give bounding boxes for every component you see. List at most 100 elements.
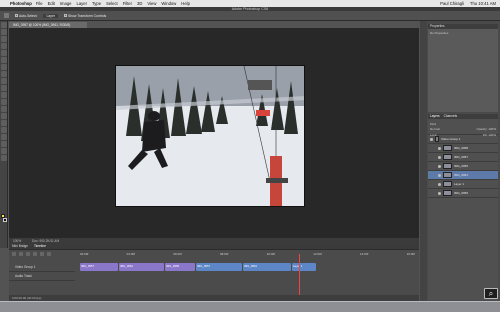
healing-tool-icon[interactable] [0, 64, 7, 70]
marquee-tool-icon[interactable] [0, 29, 7, 35]
move-tool-icon[interactable] [4, 13, 9, 18]
time-ruler[interactable]: 02:00f 04:00f 06:00f 08:00f 10:00f 12:00f 14:0… [80, 252, 415, 256]
stamp-tool-icon[interactable] [0, 78, 7, 84]
layer-thumbnail [443, 190, 452, 196]
layer-row[interactable]: IMG_0961 [428, 171, 498, 180]
visibility-eye-icon[interactable] [438, 155, 441, 159]
panel-icon-strip [420, 21, 427, 301]
layer-row[interactable]: IMG_0958 [428, 144, 498, 153]
ruler-tick: 04:00f [126, 252, 135, 256]
layer-row[interactable]: IMG_0957 [428, 153, 498, 162]
menu-edit[interactable]: Edit [48, 1, 55, 6]
ruler-tick: 08:00f [219, 252, 229, 256]
timeline-clip[interactable]: IMG_0961 [243, 263, 291, 271]
settings-icon[interactable] [47, 252, 51, 256]
track-audio[interactable]: Audio Track [9, 272, 75, 281]
menu-window[interactable]: Window [161, 1, 176, 6]
lasso-tool-icon[interactable] [0, 36, 7, 42]
auto-select-dropdown[interactable]: Layer [43, 13, 58, 18]
transform-controls-checkbox[interactable]: Show Transform Controls [63, 14, 106, 18]
opacity-value[interactable]: 100% [488, 127, 496, 131]
hand-tool-icon[interactable] [0, 148, 7, 154]
type-tool-icon[interactable] [0, 127, 7, 133]
auto-select-checkbox[interactable]: Auto-Select: [15, 14, 37, 18]
timeline-panel: 02:00f 04:00f 06:00f 08:00f 10:00f 12:00f 14:0… [9, 249, 419, 301]
menu-select[interactable]: Select [106, 1, 118, 6]
menu-view[interactable]: View [147, 1, 156, 6]
timeline-clip[interactable]: IMG_0957 [196, 263, 242, 271]
audio-icon[interactable] [40, 252, 44, 256]
shape-tool-icon[interactable] [0, 141, 7, 147]
mac-dock [0, 301, 500, 312]
layer-name: Layer 1 [454, 182, 465, 186]
gradient-tool-icon[interactable] [0, 99, 7, 105]
menu-help[interactable]: Help [181, 1, 190, 6]
pen-tool-icon[interactable] [0, 120, 7, 126]
visibility-eye-icon[interactable] [438, 164, 441, 168]
path-select-tool-icon[interactable] [0, 134, 7, 140]
playback-controls [12, 252, 51, 256]
menu-layer[interactable]: Layer [76, 1, 86, 6]
brush-tool-icon[interactable] [0, 71, 7, 77]
visibility-eye-icon[interactable] [438, 191, 441, 195]
track-labels: Video Group 1 Audio Track [9, 263, 75, 281]
eyedropper-tool-icon[interactable] [0, 57, 7, 63]
visibility-eye-icon[interactable] [438, 173, 441, 177]
layer-thumbnail [443, 163, 452, 169]
dodge-tool-icon[interactable] [0, 113, 7, 119]
layer-name: IMG_0955 [454, 164, 469, 168]
track-video-group[interactable]: Video Group 1 [9, 263, 75, 272]
app-menu[interactable]: Photoshop [10, 1, 32, 6]
doc-size[interactable]: Doc: 900.2K/11.4M [32, 239, 59, 243]
ski-lift-photo [116, 66, 304, 206]
visibility-eye-icon[interactable] [438, 182, 441, 186]
layer-filter-kind[interactable]: Kind [430, 122, 436, 126]
menu-bar: Photoshop File Edit Image Layer Type Sel… [0, 0, 500, 7]
eraser-tool-icon[interactable] [0, 92, 7, 98]
layer-name: IMG_0958 [454, 146, 469, 150]
layer-row[interactable]: IMG_0955 [428, 162, 498, 171]
tab-channels[interactable]: Channels [444, 114, 457, 119]
layer-name: IMG_0961 [454, 173, 469, 177]
timeline-clip[interactable]: IMG_0961 [119, 263, 164, 271]
document-image[interactable] [115, 65, 305, 207]
first-frame-icon[interactable] [12, 252, 16, 256]
play-icon[interactable] [26, 252, 30, 256]
menu-file[interactable]: File [36, 1, 43, 6]
prev-frame-icon[interactable] [19, 252, 23, 256]
layer-name: Video Group 1 [441, 137, 461, 141]
layer-row[interactable]: Layer 1 [428, 180, 498, 189]
background-color-swatch[interactable] [3, 218, 7, 222]
history-brush-tool-icon[interactable] [0, 85, 7, 91]
zoom-level[interactable]: 100% [13, 239, 21, 243]
blend-mode-dropdown[interactable]: Normal [430, 127, 440, 131]
crop-tool-icon[interactable] [0, 50, 7, 56]
move-tool-icon[interactable] [0, 22, 7, 28]
layer-thumbnail [443, 145, 452, 151]
quick-select-tool-icon[interactable] [0, 43, 7, 49]
ruler-tick: 02:00f [80, 252, 89, 256]
menu-type[interactable]: Type [92, 1, 101, 6]
visibility-eye-icon[interactable] [430, 137, 433, 141]
layer-thumbnail [443, 172, 452, 178]
layer-name: IMG_0957 [454, 155, 469, 159]
blur-tool-icon[interactable] [0, 106, 7, 112]
menu-filter[interactable]: Filter [123, 1, 132, 6]
layer-name: IMG_0956 [454, 191, 469, 195]
tab-layers[interactable]: Layers [430, 114, 440, 119]
next-frame-icon[interactable] [33, 252, 37, 256]
visibility-eye-icon[interactable] [438, 146, 441, 150]
timeline-clip[interactable]: IMG_0957 [80, 263, 118, 271]
playhead[interactable] [299, 254, 300, 300]
timeline-clip[interactable]: Layer 1 [292, 263, 316, 271]
menu-image[interactable]: Image [60, 1, 72, 6]
user-name[interactable]: Paul Chiragli [440, 1, 464, 6]
options-bar: Auto-Select: Layer Show Transform Contro… [0, 11, 500, 21]
zoom-tool-icon[interactable] [0, 155, 7, 161]
layer-list: Video Group 1 IMG_0958 IMG_0957 IMG_0955 IMG… [428, 135, 498, 198]
video-track: IMG_0957 IMG_0961 IMG_0958 IMG_0957 IMG_0961… [80, 263, 316, 271]
menu-3d[interactable]: 3D [137, 1, 142, 6]
fill-value[interactable]: 100% [488, 133, 496, 137]
timeline-clip[interactable]: IMG_0958 [165, 263, 195, 271]
layer-row[interactable]: IMG_0956 [428, 189, 498, 198]
